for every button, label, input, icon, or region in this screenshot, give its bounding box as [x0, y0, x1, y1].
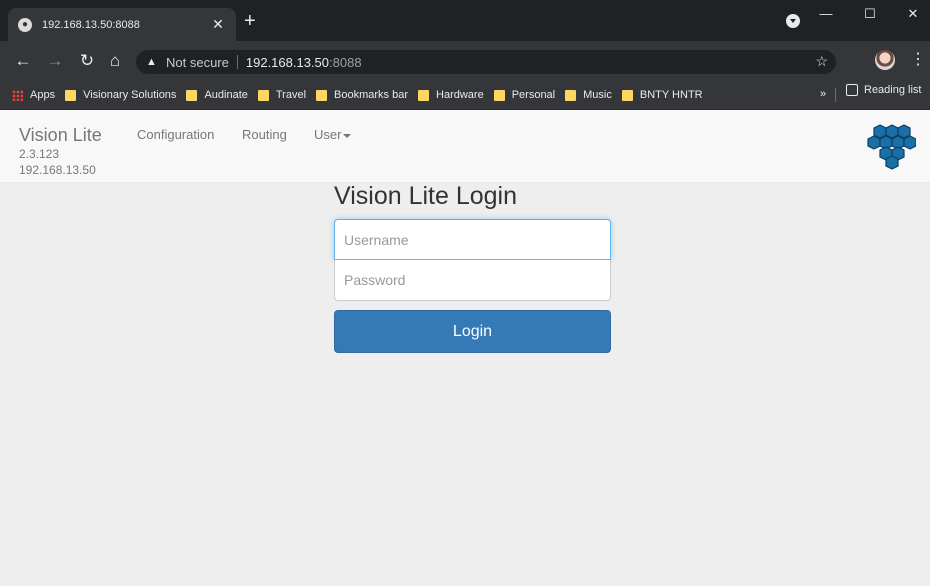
bookmark-visionary-solutions[interactable]: Visionary Solutions — [65, 89, 176, 101]
bookmark-label: Travel — [275, 89, 307, 101]
caret-down-icon — [343, 133, 352, 138]
forward-arrow-icon[interactable]: → — [44, 50, 66, 72]
folder-icon — [186, 89, 198, 101]
brand-link[interactable]: Vision Lite — [19, 125, 102, 146]
bookmark-apps[interactable]: Apps — [12, 89, 55, 101]
security-label[interactable]: Not secure — [166, 55, 229, 70]
back-arrow-icon[interactable]: ← — [12, 50, 34, 72]
reading-list-button[interactable]: Reading list — [846, 84, 921, 96]
maximize-icon[interactable]: ☐ — [850, 0, 890, 28]
bookmark-star-icon[interactable]: ☆ — [815, 53, 828, 70]
folder-icon — [493, 89, 505, 101]
bookmark-label: Bookmarks bar — [334, 89, 409, 101]
folder-icon — [316, 89, 328, 101]
reload-icon[interactable]: ↻ — [76, 50, 98, 72]
warning-icon[interactable]: ▲ — [146, 56, 160, 68]
visionary-logo-icon — [867, 124, 916, 170]
nav-configuration[interactable]: Configuration — [137, 127, 214, 142]
bookmark-label: Personal — [511, 89, 556, 101]
url-port: :8088 — [329, 54, 362, 70]
bookmark-bookmarks-bar[interactable]: Bookmarks bar — [316, 89, 408, 101]
username-input[interactable] — [334, 219, 611, 260]
app-navbar: Vision Lite 2.3.123 192.168.13.50 Config… — [0, 110, 930, 183]
bookmark-hardware[interactable]: Hardware — [418, 89, 484, 101]
bookmark-label: Hardware — [436, 89, 484, 101]
apps-grid-icon — [12, 89, 23, 101]
browser-toolbar: ← → ↻ ⌂ ▲ Not secure 192.168.13.50:8088 … — [0, 41, 930, 81]
login-button[interactable]: Login — [334, 310, 611, 353]
folder-icon — [418, 89, 430, 101]
folder-icon — [565, 89, 577, 101]
bookmark-label: Apps — [30, 89, 56, 101]
close-tab-icon[interactable]: ✕ — [210, 16, 226, 33]
bookmark-bnty-hntr[interactable]: BNTY HNTR — [621, 89, 703, 101]
profile-avatar[interactable] — [875, 50, 895, 70]
tab-search-icon[interactable] — [786, 14, 800, 28]
bookmark-personal[interactable]: Personal — [493, 89, 556, 101]
globe-icon: ● — [18, 17, 32, 32]
new-tab-button[interactable]: + — [244, 11, 256, 31]
reading-list-icon — [846, 84, 858, 96]
reading-list-label: Reading list — [864, 84, 922, 96]
version-text: 2.3.123 — [19, 147, 60, 161]
browser-tabstrip: ● 192.168.13.50:8088 ✕ + — ☐ ✕ — [0, 0, 930, 41]
nav-user-label: User — [314, 127, 342, 142]
bookmarks-overflow-button[interactable]: » — [820, 88, 826, 100]
bookmarks-bar: Apps Visionary Solutions Audinate Travel… — [0, 81, 930, 110]
browser-tab[interactable]: ● 192.168.13.50:8088 ✕ — [8, 8, 236, 41]
bookmark-label: Visionary Solutions — [83, 89, 177, 101]
url-host: 192.168.13.50 — [245, 54, 330, 70]
bookmark-label: Audinate — [204, 89, 248, 101]
home-icon[interactable]: ⌂ — [104, 50, 126, 72]
ip-address-text: 192.168.13.50 — [19, 163, 96, 177]
minimize-icon[interactable]: — — [806, 0, 846, 28]
address-bar[interactable]: ▲ Not secure 192.168.13.50:8088 ☆ — [136, 50, 836, 74]
password-input[interactable] — [334, 260, 611, 301]
folder-icon — [621, 89, 633, 101]
bookmark-label: BNTY HNTR — [639, 89, 703, 101]
folder-icon — [257, 89, 269, 101]
bookmark-label: Music — [583, 89, 612, 101]
nav-user-dropdown[interactable]: User — [314, 127, 352, 142]
close-window-icon[interactable]: ✕ — [893, 0, 930, 28]
browser-menu-icon[interactable]: ⋮ — [910, 49, 926, 69]
nav-routing[interactable]: Routing — [242, 127, 287, 142]
bookmark-travel[interactable]: Travel — [257, 89, 307, 101]
bookmarks-divider — [835, 88, 836, 102]
bookmark-music[interactable]: Music — [565, 89, 612, 101]
login-title: Vision Lite Login — [334, 182, 518, 210]
tab-title: 192.168.13.50:8088 — [42, 18, 140, 31]
bookmark-audinate[interactable]: Audinate — [186, 89, 248, 101]
folder-icon — [65, 89, 77, 101]
omnibox-divider — [236, 55, 238, 69]
